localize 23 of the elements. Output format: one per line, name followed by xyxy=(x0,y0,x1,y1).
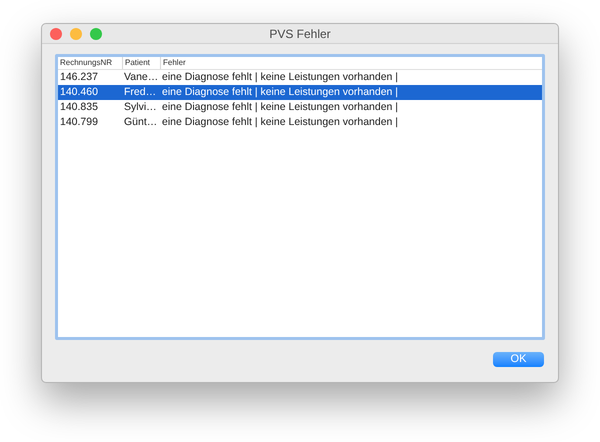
table-cell: Vane… xyxy=(124,70,158,83)
table-cell: 146.237 xyxy=(60,70,98,83)
table-cell: eine Diagnose fehlt | keine Leistungen vorhanden | xyxy=(162,116,398,128)
table-cell: 140.835 xyxy=(60,100,98,113)
column-header[interactable]: RechnungsNR xyxy=(60,58,112,67)
close-icon[interactable] xyxy=(50,28,62,40)
table-row[interactable]: 140.835 Sylvi… eine Diagnose fehlt | keine Leistungen vorhanden | xyxy=(58,100,542,115)
table-cell: eine Diagnose fehlt | keine Leistungen vorhanden | xyxy=(162,86,398,98)
table-row[interactable]: 146.237 Vane… eine Diagnose fehlt | keine Leistungen vorhanden | xyxy=(58,70,542,85)
table-cell: Sylvi… xyxy=(124,100,157,113)
table-cell: Fred… xyxy=(124,86,156,98)
table-cell: eine Diagnose fehlt | keine Leistungen vorhanden | xyxy=(162,70,398,83)
zoom-icon[interactable] xyxy=(90,28,102,40)
table-cell: Günt… xyxy=(124,116,158,128)
table-cell: eine Diagnose fehlt | keine Leistungen vorhanden | xyxy=(162,100,398,113)
column-header[interactable]: Fehler xyxy=(163,58,186,67)
window-title: PVS Fehler xyxy=(269,26,331,42)
table-cell: 140.799 xyxy=(60,116,98,128)
table-row[interactable]: 140.799 Günt… eine Diagnose fehlt | keine Leistungen vorhanden | xyxy=(58,115,542,130)
table-row[interactable]: 140.460 Fred… eine Diagnose fehlt | keine Leistungen vorhanden | xyxy=(58,85,542,100)
column-header[interactable]: Patient xyxy=(125,58,150,67)
table-cell: 140.460 xyxy=(60,86,98,98)
minimize-icon[interactable] xyxy=(70,28,82,40)
